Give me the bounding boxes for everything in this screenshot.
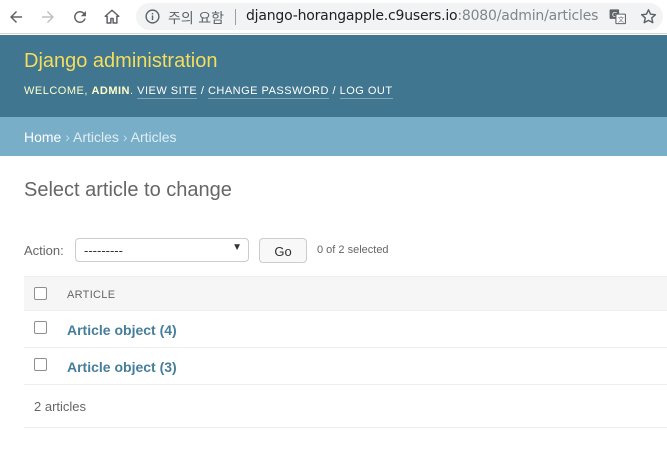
- forward-button[interactable]: [36, 5, 60, 29]
- row-checkbox[interactable]: [34, 358, 47, 371]
- translate-icon[interactable]: G文: [608, 7, 627, 26]
- arrow-left-icon: [10, 11, 22, 23]
- row-checkbox[interactable]: [34, 321, 47, 334]
- url-host: django-horangapple.c9users.io: [246, 8, 458, 24]
- url-path: :8080/admin/articles/a...: [457, 8, 598, 24]
- breadcrumb-separator: ›: [118, 129, 131, 145]
- user-tools: WELCOME, ADMIN. VIEW SITE / CHANGE PASSW…: [24, 85, 393, 99]
- results-table: ARTICLE Article object (4) Article objec…: [24, 276, 667, 385]
- breadcrumb-app[interactable]: Articles: [73, 129, 119, 145]
- go-button[interactable]: Go: [259, 238, 307, 263]
- log-out-link[interactable]: LOG OUT: [339, 85, 393, 99]
- change-password-link[interactable]: CHANGE PASSWORD: [207, 85, 329, 99]
- breadcrumb-home[interactable]: Home: [24, 129, 61, 145]
- table-row: Article object (3): [24, 348, 667, 385]
- action-select[interactable]: --------- ▼: [75, 238, 249, 262]
- paginator: 2 articles: [24, 385, 667, 428]
- view-site-link[interactable]: VIEW SITE: [137, 85, 198, 99]
- bookmark-star-icon[interactable]: [639, 7, 658, 26]
- dropdown-caret-icon: ▼: [232, 242, 242, 253]
- article-link[interactable]: Article object (4): [67, 322, 177, 338]
- site-branding[interactable]: Django administration: [24, 50, 217, 73]
- action-label: Action:: [24, 243, 64, 258]
- admin-header: Django administration WELCOME, ADMIN. VI…: [0, 35, 667, 117]
- breadcrumb-current: Articles: [130, 129, 177, 145]
- select-all-checkbox[interactable]: [34, 287, 47, 300]
- home-button[interactable]: [100, 5, 124, 29]
- back-button[interactable]: [4, 5, 28, 29]
- address-divider: [235, 9, 236, 25]
- svg-text:文: 文: [618, 15, 625, 24]
- home-icon: [104, 9, 120, 24]
- selected-count: 0 of 2 selected: [317, 244, 389, 256]
- page-title: Select article to change: [24, 179, 232, 201]
- breadcrumb-separator: ›: [61, 129, 74, 145]
- address-bar[interactable]: 주의 요함 django-horangapple.c9users.io:8080…: [136, 3, 663, 30]
- browser-toolbar: 주의 요함 django-horangapple.c9users.io:8080…: [0, 0, 667, 34]
- article-link[interactable]: Article object (3): [67, 359, 177, 375]
- action-selected-value: ---------: [84, 243, 123, 258]
- url-text[interactable]: django-horangapple.c9users.io:8080/admin…: [246, 8, 598, 24]
- column-header-article[interactable]: ARTICLE: [67, 289, 115, 301]
- reload-button[interactable]: [68, 5, 92, 29]
- separator: /: [197, 85, 208, 97]
- username: ADMIN: [91, 85, 131, 97]
- info-icon[interactable]: [144, 8, 161, 25]
- arrow-right-icon: [42, 11, 54, 23]
- welcome-text: WELCOME,: [24, 85, 92, 97]
- reload-icon: [74, 11, 86, 23]
- breadcrumb: Home › Articles › Articles: [0, 117, 667, 156]
- separator: /: [328, 85, 340, 97]
- table-row: Article object (4): [24, 311, 667, 348]
- table-header: ARTICLE: [24, 276, 667, 311]
- security-warning[interactable]: 주의 요함: [168, 8, 224, 28]
